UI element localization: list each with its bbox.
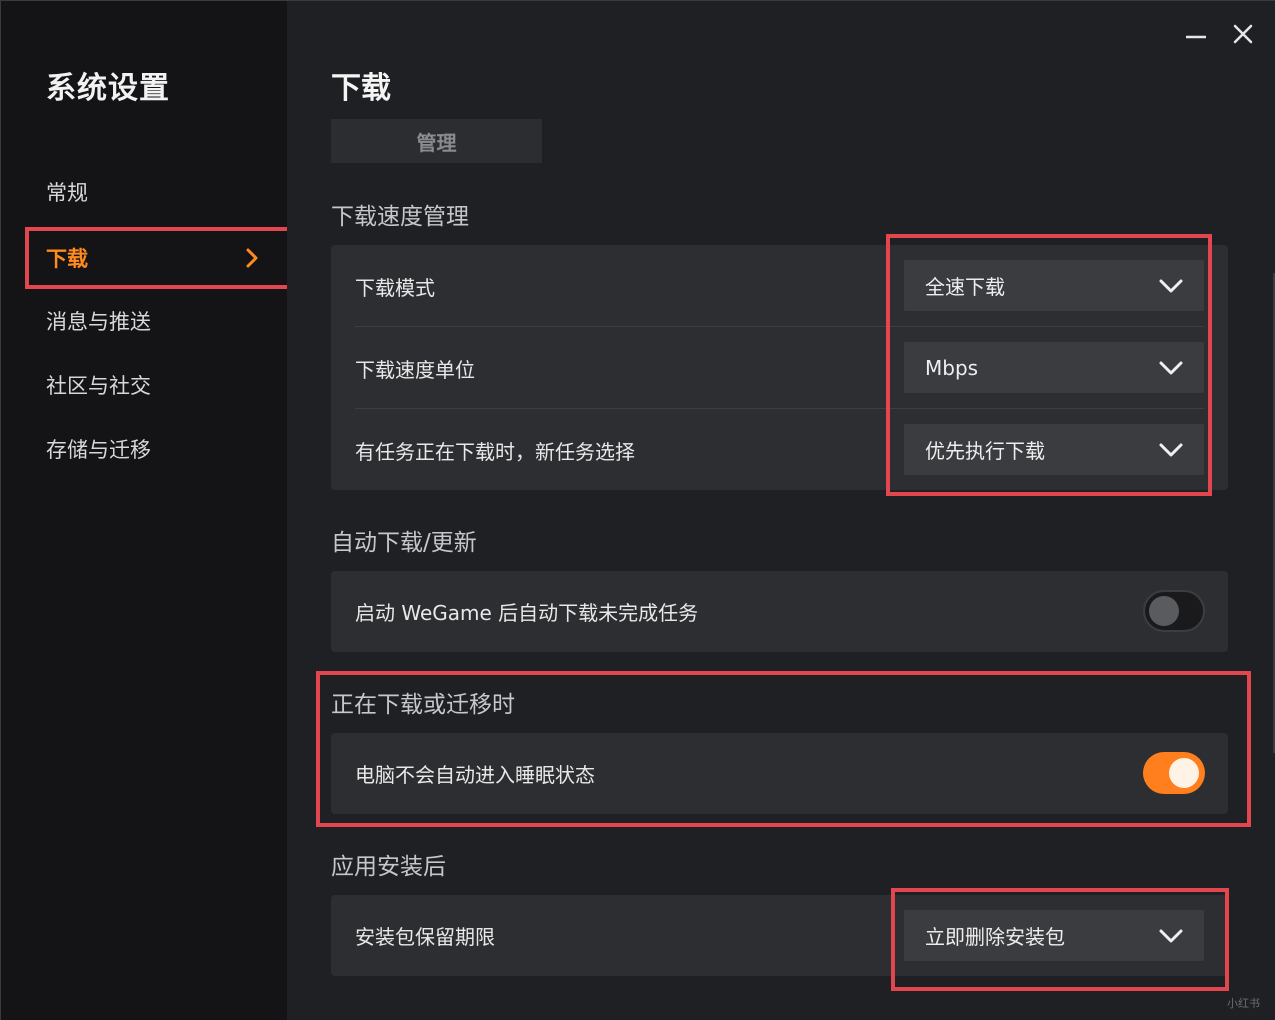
sidebar-item-label: 下载 <box>46 247 88 271</box>
toggle-knob <box>1149 596 1179 626</box>
setting-label: 安装包保留期限 <box>355 925 495 949</box>
sidebar-item-label: 消息与推送 <box>46 310 151 334</box>
watermark: 小红书 <box>1227 997 1260 1010</box>
package-retention-select[interactable]: 立即删除安装包 <box>904 910 1204 961</box>
main-panel: 下载 管理 下载速度管理 下载模式 全速下载 下载速度单位 Mbps 有任务正在… <box>287 1 1275 1020</box>
section-title-sleep: 正在下载或迁移时 <box>331 692 515 718</box>
select-value: Mbps <box>925 355 979 380</box>
sidebar-item-download[interactable]: 下载 <box>25 227 291 289</box>
auto-download-toggle[interactable] <box>1143 590 1205 632</box>
sidebar-item-label: 存储与迁移 <box>46 438 151 462</box>
sidebar-item-social[interactable]: 社区与社交 <box>25 354 291 416</box>
close-icon[interactable] <box>1228 19 1258 49</box>
setting-row-new-task: 有任务正在下载时，新任务选择 优先执行下载 <box>331 409 1228 491</box>
sleep-card: 电脑不会自动进入睡眠状态 <box>331 733 1228 814</box>
sidebar-item-notifications[interactable]: 消息与推送 <box>25 290 291 352</box>
chevron-down-icon <box>1159 361 1183 375</box>
sidebar-item-general[interactable]: 常规 <box>25 161 291 223</box>
speed-unit-select[interactable]: Mbps <box>904 342 1204 393</box>
sidebar-item-label: 社区与社交 <box>46 374 151 398</box>
section-title-install: 应用安装后 <box>331 854 446 880</box>
prevent-sleep-toggle[interactable] <box>1143 752 1205 794</box>
select-value: 全速下载 <box>925 275 1005 299</box>
sidebar-item-storage[interactable]: 存储与迁移 <box>25 418 291 480</box>
page-title: 下载 <box>331 71 391 106</box>
chevron-right-icon <box>246 248 258 268</box>
setting-row-package-retention: 安装包保留期限 立即删除安装包 <box>331 895 1228 976</box>
sidebar-title: 系统设置 <box>46 71 170 106</box>
setting-label: 下载模式 <box>355 275 435 300</box>
auto-download-card: 启动 WeGame 后自动下载未完成任务 <box>331 571 1228 652</box>
sidebar-item-label: 常规 <box>46 181 88 205</box>
speed-settings-card: 下载模式 全速下载 下载速度单位 Mbps 有任务正在下载时，新任务选择 优先执… <box>331 245 1228 490</box>
setting-label: 启动 WeGame 后自动下载未完成任务 <box>355 601 699 625</box>
section-title-auto: 自动下载/更新 <box>331 530 477 556</box>
setting-label: 下载速度单位 <box>355 357 475 382</box>
download-mode-select[interactable]: 全速下载 <box>904 260 1204 311</box>
setting-label: 有任务正在下载时，新任务选择 <box>355 439 635 464</box>
select-value: 优先执行下载 <box>925 439 1045 463</box>
chevron-down-icon <box>1159 929 1183 943</box>
setting-row-prevent-sleep: 电脑不会自动进入睡眠状态 <box>331 733 1228 814</box>
setting-row-speed-unit: 下载速度单位 Mbps <box>331 327 1228 409</box>
new-task-select[interactable]: 优先执行下载 <box>904 424 1204 475</box>
section-title-speed: 下载速度管理 <box>331 204 469 230</box>
manage-button[interactable]: 管理 <box>331 119 542 163</box>
chevron-down-icon <box>1159 279 1183 293</box>
setting-label: 电脑不会自动进入睡眠状态 <box>355 763 595 787</box>
minimize-icon[interactable] <box>1181 19 1211 49</box>
sidebar: 系统设置 常规 下载 消息与推送 社区与社交 存储与迁移 <box>1 1 291 1020</box>
setting-row-auto-download: 启动 WeGame 后自动下载未完成任务 <box>331 571 1228 652</box>
install-card: 安装包保留期限 立即删除安装包 <box>331 895 1228 976</box>
setting-row-download-mode: 下载模式 全速下载 <box>331 245 1228 327</box>
chevron-down-icon <box>1159 443 1183 457</box>
toggle-knob <box>1169 758 1199 788</box>
select-value: 立即删除安装包 <box>925 925 1065 949</box>
settings-window: 系统设置 常规 下载 消息与推送 社区与社交 存储与迁移 下载 管理 下载速度管… <box>0 0 1275 1020</box>
